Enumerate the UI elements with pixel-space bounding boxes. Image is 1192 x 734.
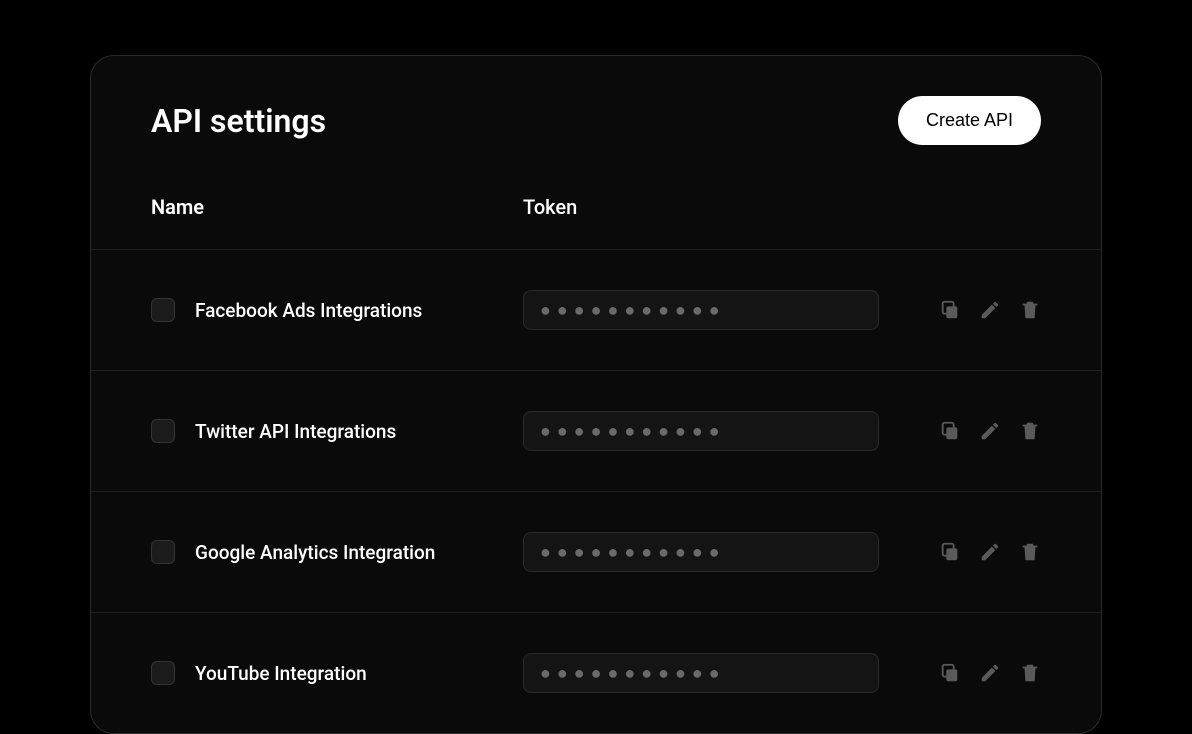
name-cell: Twitter API Integrations	[151, 419, 523, 443]
row-name: Google Analytics Integration	[195, 541, 435, 564]
name-cell: YouTube Integration	[151, 661, 523, 685]
token-field[interactable]: ●●●●●●●●●●●	[523, 532, 879, 572]
row-name: YouTube Integration	[195, 662, 367, 685]
copy-icon[interactable]	[939, 662, 961, 684]
row-name: Facebook Ads Integrations	[195, 299, 422, 322]
api-settings-panel: API settings Create API Name Token Faceb…	[90, 55, 1102, 734]
token-field[interactable]: ●●●●●●●●●●●	[523, 290, 879, 330]
token-mask: ●●●●●●●●●●●	[540, 542, 726, 563]
page-title: API settings	[151, 102, 326, 140]
trash-icon[interactable]	[1019, 299, 1041, 321]
column-header-token: Token	[523, 195, 577, 219]
table-row: Google Analytics Integration ●●●●●●●●●●●	[91, 491, 1101, 612]
copy-icon[interactable]	[939, 420, 961, 442]
panel-header: API settings Create API	[91, 56, 1101, 165]
create-api-button[interactable]: Create API	[898, 96, 1041, 145]
copy-icon[interactable]	[939, 299, 961, 321]
token-mask: ●●●●●●●●●●●	[540, 663, 726, 684]
trash-icon[interactable]	[1019, 662, 1041, 684]
token-field[interactable]: ●●●●●●●●●●●	[523, 653, 879, 693]
name-cell: Facebook Ads Integrations	[151, 298, 523, 322]
table-row: Twitter API Integrations ●●●●●●●●●●●	[91, 370, 1101, 491]
row-checkbox[interactable]	[151, 540, 175, 564]
token-mask: ●●●●●●●●●●●	[540, 421, 726, 442]
table-header: Name Token	[91, 165, 1101, 249]
table-row: Facebook Ads Integrations ●●●●●●●●●●●	[91, 249, 1101, 370]
column-header-name: Name	[151, 195, 523, 219]
row-checkbox[interactable]	[151, 298, 175, 322]
row-checkbox[interactable]	[151, 419, 175, 443]
token-mask: ●●●●●●●●●●●	[540, 300, 726, 321]
trash-icon[interactable]	[1019, 541, 1041, 563]
trash-icon[interactable]	[1019, 420, 1041, 442]
row-actions	[939, 420, 1041, 442]
edit-icon[interactable]	[979, 541, 1001, 563]
row-actions	[939, 299, 1041, 321]
edit-icon[interactable]	[979, 420, 1001, 442]
name-cell: Google Analytics Integration	[151, 540, 523, 564]
row-actions	[939, 662, 1041, 684]
row-actions	[939, 541, 1041, 563]
token-field[interactable]: ●●●●●●●●●●●	[523, 411, 879, 451]
row-checkbox[interactable]	[151, 661, 175, 685]
copy-icon[interactable]	[939, 541, 961, 563]
edit-icon[interactable]	[979, 662, 1001, 684]
table-row: YouTube Integration ●●●●●●●●●●●	[91, 612, 1101, 733]
edit-icon[interactable]	[979, 299, 1001, 321]
row-name: Twitter API Integrations	[195, 420, 396, 443]
